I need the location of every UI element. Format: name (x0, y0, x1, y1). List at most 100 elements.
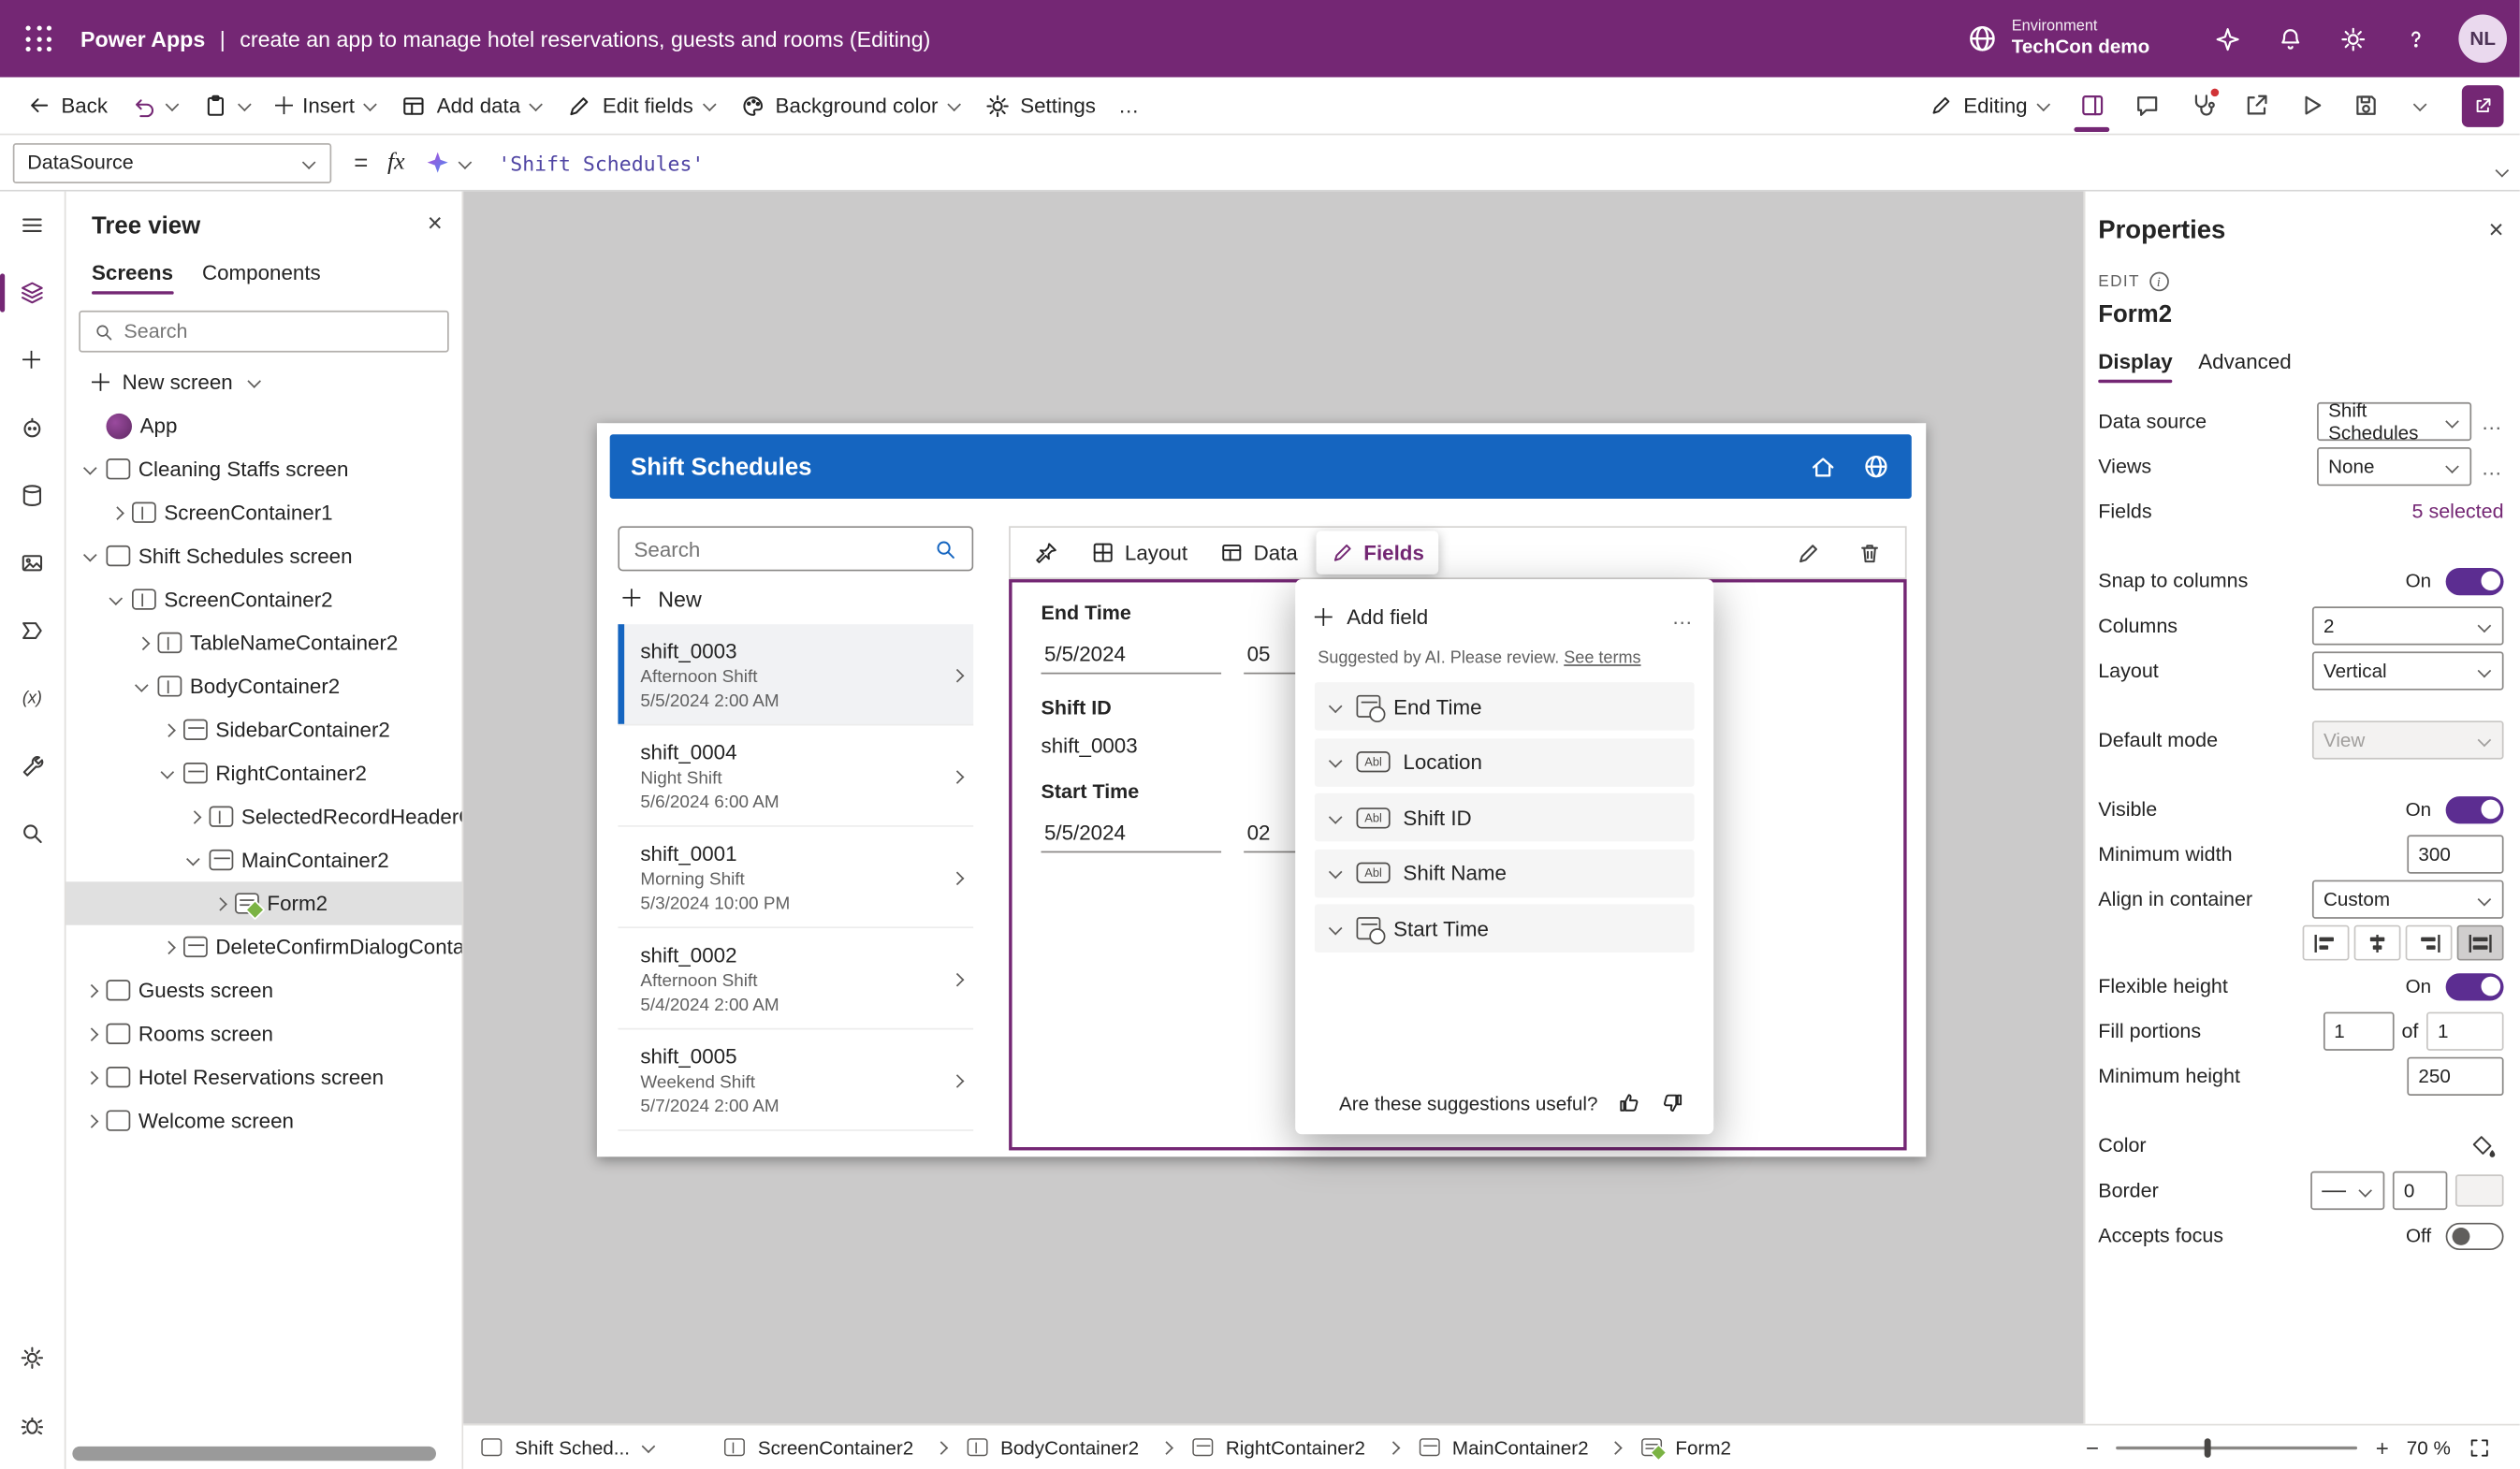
fill-portions-value[interactable] (2334, 1020, 2382, 1042)
collapse-rail-button[interactable] (0, 192, 65, 259)
tree-item[interactable]: Form2 (66, 881, 461, 924)
publish-button[interactable] (2462, 84, 2504, 126)
app-search-input[interactable] (634, 536, 924, 560)
tree-search-box[interactable] (79, 311, 448, 353)
visible-toggle[interactable] (2446, 795, 2504, 822)
rail-insert-button[interactable] (0, 327, 65, 394)
tree-expand-chevron-icon[interactable] (108, 504, 124, 520)
align-center-button[interactable] (2354, 925, 2401, 961)
tree-expand-chevron-icon[interactable] (134, 634, 150, 650)
align-end-button[interactable] (2406, 925, 2453, 961)
flexible-height-toggle[interactable] (2446, 972, 2504, 999)
tree-item[interactable]: SelectedRecordHeaderContai (66, 794, 461, 837)
comments-button[interactable] (2120, 83, 2172, 128)
tree-item[interactable]: RightContainer2 (66, 751, 461, 794)
data-source-more-button[interactable]: … (2480, 410, 2504, 434)
app-new-button[interactable]: New (618, 571, 973, 624)
rail-data-button[interactable] (0, 461, 65, 529)
suggested-field-row[interactable]: Start Time (1315, 904, 1695, 953)
screen-selector-dropdown[interactable]: Shift Sched... (479, 1436, 682, 1459)
minimum-width-input[interactable] (2407, 835, 2503, 873)
form-edit-button[interactable] (1783, 531, 1834, 575)
chevron-down-icon[interactable] (1328, 754, 1344, 770)
home-icon[interactable] (1809, 452, 1838, 481)
breadcrumb-item[interactable]: BodyContainer2 (951, 1436, 1154, 1459)
form-data-button[interactable]: Data (1205, 531, 1312, 574)
design-canvas[interactable]: Shift Schedules New shift_0003 Afternoon (463, 192, 2084, 1424)
minimum-height-value[interactable] (2418, 1065, 2492, 1087)
tree-item[interactable]: DeleteConfirmDialogContainer2 (66, 925, 461, 968)
tab-components[interactable]: Components (202, 261, 321, 295)
columns-dropdown[interactable]: 2 (2312, 606, 2504, 645)
chevron-down-icon[interactable] (1328, 865, 1344, 880)
rail-copilot-button[interactable] (0, 394, 65, 461)
tree-search-input[interactable] (124, 320, 434, 342)
rail-search-button[interactable] (0, 800, 65, 867)
tree-item[interactable]: Shift Schedules screen (66, 534, 461, 577)
tree-expand-chevron-icon[interactable] (159, 721, 175, 737)
tree-item[interactable]: ScreenContainer2 (66, 577, 461, 620)
views-dropdown[interactable]: None (2317, 447, 2471, 486)
app-launcher-button[interactable] (0, 0, 78, 78)
tree-item[interactable]: Hotel Reservations screen (66, 1055, 461, 1098)
chevron-down-icon[interactable] (1328, 809, 1344, 825)
tree-item[interactable]: Welcome screen (66, 1098, 461, 1142)
breadcrumb-item[interactable]: RightContainer2 (1176, 1436, 1380, 1459)
properties-pane-toggle-button[interactable] (2066, 83, 2118, 128)
thumbs-up-icon[interactable] (1617, 1091, 1641, 1115)
tree-horizontal-scrollbar[interactable] (72, 1447, 436, 1461)
breadcrumb-item[interactable]: Form2 (1625, 1436, 1745, 1459)
tree-expand-chevron-icon[interactable] (211, 895, 226, 911)
undo-button[interactable] (119, 83, 191, 128)
views-more-button[interactable]: … (2480, 455, 2504, 479)
record-list-item[interactable]: shift_0004 Night Shift 5/6/2024 6:00 AM (618, 725, 973, 826)
tree-expand-chevron-icon[interactable] (108, 591, 124, 607)
tab-screens[interactable]: Screens (92, 261, 173, 295)
snap-to-columns-toggle[interactable] (2446, 567, 2504, 594)
suggested-field-row[interactable]: Location (1315, 737, 1695, 786)
paste-button[interactable] (191, 83, 263, 128)
settings-button-topbar[interactable] (2326, 12, 2380, 65)
preview-app-button[interactable] (2285, 83, 2337, 128)
record-list-item[interactable]: shift_0001 Morning Shift 5/3/2024 10:00 … (618, 827, 973, 928)
suggested-field-row[interactable]: End Time (1315, 682, 1695, 731)
tree-item[interactable]: BodyContainer2 (66, 664, 461, 707)
form-delete-button[interactable] (1844, 531, 1896, 575)
app-checker-button[interactable] (2176, 83, 2227, 128)
tree-expand-chevron-icon[interactable] (82, 1025, 98, 1041)
chevron-down-icon[interactable] (1328, 698, 1344, 714)
accepts-focus-toggle[interactable] (2446, 1222, 2504, 1249)
border-width-input[interactable] (2393, 1171, 2447, 1210)
color-picker-button[interactable] (2462, 1127, 2504, 1163)
minimum-width-value[interactable] (2418, 843, 2492, 865)
settings-button[interactable]: Settings (973, 83, 1107, 128)
chevron-down-icon[interactable] (1328, 921, 1344, 937)
help-button[interactable] (2389, 12, 2442, 65)
command-overflow-button[interactable]: … (1107, 83, 1150, 128)
breadcrumb-item[interactable]: ScreenContainer2 (708, 1436, 928, 1459)
suggested-field-row[interactable]: Shift ID (1315, 793, 1695, 842)
save-button[interactable] (2339, 83, 2391, 128)
rail-tree-view-button[interactable] (0, 259, 65, 327)
copilot-button[interactable] (2201, 12, 2254, 65)
record-list-item[interactable]: shift_0002 Afternoon Shift 5/4/2024 2:00… (618, 928, 973, 1029)
background-color-button[interactable]: Background color (729, 83, 974, 128)
tree-expand-chevron-icon[interactable] (82, 547, 98, 563)
properties-close-button[interactable]: × (2488, 219, 2503, 245)
user-avatar[interactable]: NL (2458, 14, 2507, 63)
border-style-dropdown[interactable] (2310, 1171, 2384, 1210)
environment-picker[interactable]: Environment TechCon demo (1967, 19, 2150, 59)
fill-portions-input[interactable] (2323, 1012, 2394, 1051)
breadcrumb-item[interactable]: MainContainer2 (1403, 1436, 1603, 1459)
layout-dropdown[interactable]: Vertical (2312, 651, 2504, 690)
tree-item[interactable]: Cleaning Staffs screen (66, 447, 461, 490)
formula-copilot-button[interactable] (424, 150, 473, 176)
form-fields-button[interactable]: Fields (1316, 531, 1439, 574)
tree-expand-chevron-icon[interactable] (82, 1113, 98, 1128)
pin-button[interactable] (1020, 531, 1073, 574)
tab-advanced[interactable]: Advanced (2198, 349, 2291, 383)
border-width-value[interactable] (2404, 1179, 2436, 1201)
see-terms-link[interactable]: See terms (1564, 648, 1640, 668)
app-search-box[interactable] (618, 526, 973, 571)
minimum-height-input[interactable] (2407, 1057, 2503, 1096)
